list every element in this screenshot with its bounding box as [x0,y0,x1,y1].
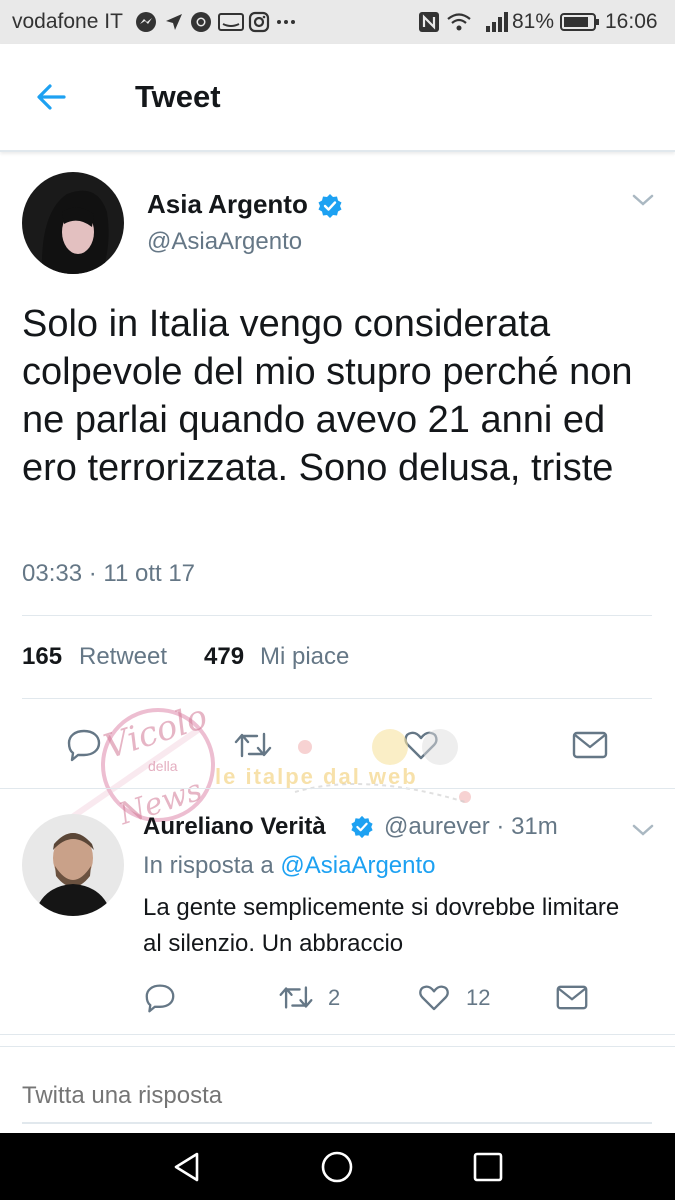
messenger-icon [136,12,156,32]
author-handle[interactable]: @AsiaArgento [147,228,302,256]
more-icon [277,20,295,24]
watermark-text: Vicolo [99,696,213,768]
instagram-icon [248,11,270,33]
reply-author-avatar[interactable] [22,814,124,916]
watermark-logo-right: le italpe dal web [215,712,485,812]
chrome-icon [191,12,211,32]
author-name[interactable]: Asia Argento [147,189,308,220]
retweet-icon[interactable] [233,730,273,760]
home-circle-icon[interactable] [320,1150,354,1184]
divider [22,615,652,616]
reply-retweet-count: 2 [328,985,341,1010]
like-icon[interactable] [418,983,450,1012]
battery-percent: 81% [512,10,555,33]
verified-badge-icon [318,194,342,218]
reply-like-count: 12 [466,985,491,1010]
status-bar: vodafone IT 81% 16:06 [0,0,675,44]
retweet-count[interactable]: 165 [22,643,62,671]
retweet-icon[interactable] [278,984,314,1011]
wifi-icon [447,13,471,31]
author-avatar[interactable] [22,172,124,274]
chevron-down-icon[interactable] [630,190,656,210]
chevron-down-icon[interactable] [630,820,656,840]
back-triangle-icon[interactable] [170,1150,204,1184]
system-nav-bar [0,1133,675,1200]
tweet-text: Solo in Italia vengo considerata colpevo… [22,303,633,489]
divider [0,1034,675,1035]
app-header: Tweet [0,44,675,152]
direct-message-icon[interactable] [556,984,588,1011]
retweet-label[interactable]: Retweet [79,643,167,671]
like-label[interactable]: Mi piace [260,643,349,671]
reply-icon[interactable] [66,728,102,762]
tweet-timestamp: 03:33 · 11 ott 17 [22,560,196,587]
reply-author-name[interactable]: Aureliano Verità [143,813,326,841]
reply-compose-input[interactable] [22,1070,652,1124]
watermark-text: della [148,758,178,774]
direct-message-icon[interactable] [572,730,608,760]
amazon-icon [218,13,244,31]
avatar-image [22,172,124,274]
page-title: Tweet [135,79,221,114]
like-count[interactable]: 479 [204,643,244,671]
clock: 16:06 [605,10,658,33]
battery-icon [560,13,599,31]
watermark-text: le italpe dal web [215,764,418,789]
signal-icon [486,12,508,32]
reply-mention-link[interactable]: @AsiaArgento [280,852,435,879]
divider [0,788,675,789]
watermark-illustration-icon [294,729,471,803]
verified-badge-icon [351,815,373,839]
reply-author-handle[interactable]: @aurever · 31m [384,813,558,841]
back-arrow-icon[interactable] [30,74,76,120]
carrier-label: vodafone IT [12,10,123,33]
location-icon [166,14,182,30]
divider [0,1046,675,1047]
reply-text: La gente semplicemente si dovrebbe limit… [143,894,620,957]
divider [22,698,652,699]
nfc-icon [419,12,439,32]
reply-context: In risposta a @AsiaArgento [143,852,436,880]
recents-square-icon[interactable] [472,1151,504,1183]
avatar-image [22,814,124,916]
reply-icon[interactable] [144,983,176,1013]
reply-context-prefix: In risposta a [143,852,274,879]
like-icon[interactable] [403,729,439,761]
